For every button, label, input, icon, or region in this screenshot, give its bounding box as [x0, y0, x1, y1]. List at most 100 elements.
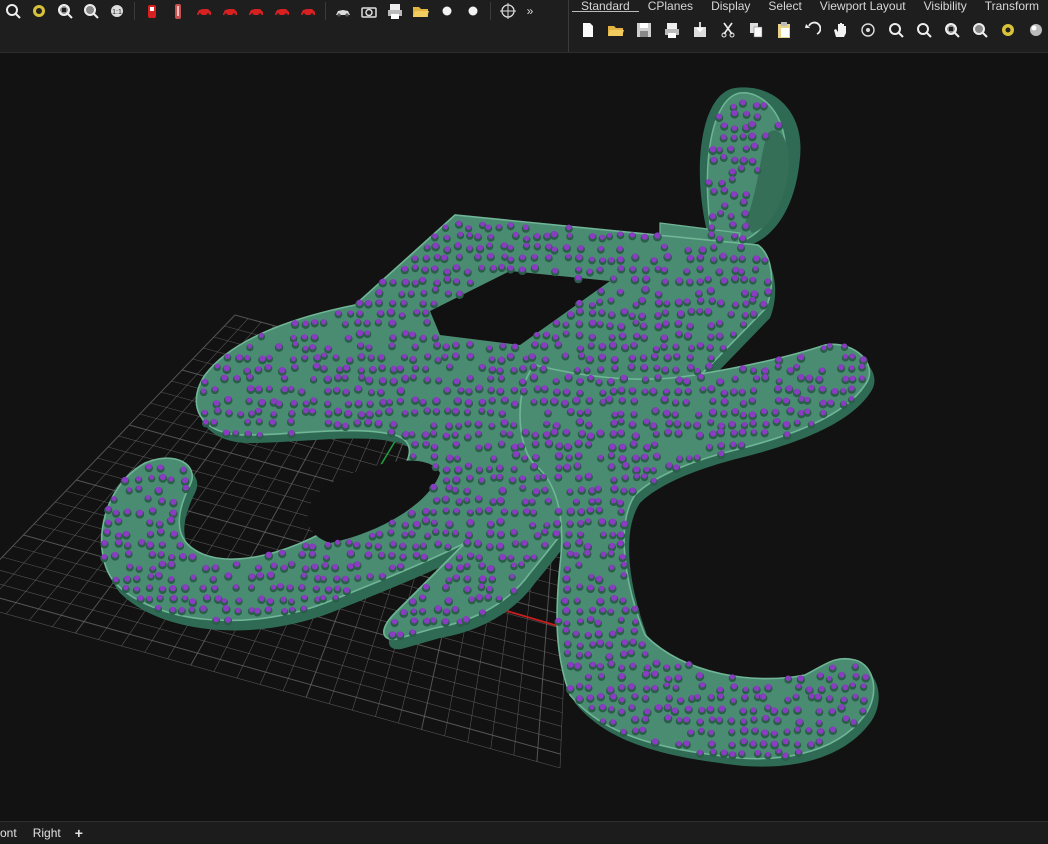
- gemstone: [589, 319, 596, 326]
- print-button[interactable]: [658, 18, 686, 42]
- white-sphere-button[interactable]: [460, 0, 486, 22]
- tab-display[interactable]: Display: [702, 0, 759, 12]
- perspective-viewport[interactable]: [0, 53, 1048, 821]
- red-car-button[interactable]: [243, 0, 269, 22]
- copy-button[interactable]: [742, 18, 770, 42]
- toolbar-overflow-button[interactable]: »: [521, 4, 539, 18]
- gemstone: [467, 509, 473, 515]
- gemstone: [576, 320, 583, 326]
- tab-standard[interactable]: Standard: [572, 0, 639, 12]
- zoom-window-button[interactable]: [52, 0, 78, 22]
- gemstone: [632, 454, 639, 461]
- red-car-button[interactable]: [269, 0, 295, 22]
- gemstone: [345, 400, 351, 406]
- gemstone: [738, 243, 744, 250]
- gemstone: [443, 608, 450, 614]
- gemstone: [633, 301, 639, 307]
- new-file-button[interactable]: [574, 18, 602, 42]
- sphere-button[interactable]: [1022, 18, 1048, 42]
- tab-viewport-layout[interactable]: Viewport Layout: [811, 0, 915, 12]
- zoom-selected-button[interactable]: [966, 18, 994, 42]
- gemstone: [290, 356, 296, 362]
- gemstone: [720, 344, 726, 350]
- save-button[interactable]: [630, 18, 658, 42]
- gemstone: [378, 551, 385, 558]
- gemstone: [674, 352, 680, 359]
- white-sphere-button[interactable]: [434, 0, 460, 22]
- gemstone: [578, 519, 584, 526]
- gemstone: [717, 378, 724, 385]
- gemstone: [236, 354, 243, 361]
- gemstone: [664, 664, 670, 670]
- gemstone: [446, 454, 453, 461]
- zoom-extents-button[interactable]: [910, 18, 938, 42]
- gemstone: [729, 168, 736, 175]
- gemstone: [134, 586, 140, 592]
- gemstone: [553, 530, 560, 537]
- render-shade-button[interactable]: [26, 0, 52, 22]
- gemstone: [479, 363, 485, 370]
- gemstone: [311, 376, 317, 382]
- gemstone: [486, 345, 492, 351]
- gemstone: [443, 583, 449, 590]
- gemstone: [497, 496, 504, 504]
- gemstone: [508, 256, 514, 262]
- gemstone: [622, 343, 629, 350]
- rotate-view-button[interactable]: [854, 18, 882, 42]
- red-car-button[interactable]: [295, 0, 321, 22]
- gemstone: [683, 716, 690, 723]
- zoom-all-button[interactable]: 1:1: [104, 0, 130, 22]
- red-car-button[interactable]: [191, 0, 217, 22]
- viewport-tab-right[interactable]: Right: [25, 822, 69, 844]
- gemstone: [576, 682, 583, 689]
- crosshair-button[interactable]: [495, 0, 521, 22]
- undo-button[interactable]: [798, 18, 826, 42]
- gemstone: [676, 330, 682, 336]
- zoom-window-button[interactable]: [938, 18, 966, 42]
- gemstone: [377, 309, 384, 316]
- paste-button[interactable]: [770, 18, 798, 42]
- tab-transform[interactable]: Transform: [976, 0, 1048, 12]
- gemstone: [467, 518, 474, 526]
- gemstone: [683, 740, 690, 747]
- gemstone: [738, 441, 745, 448]
- tab-cplanes[interactable]: CPlanes: [639, 0, 702, 12]
- viewport-canvas[interactable]: [0, 53, 1048, 821]
- gemstone: [378, 388, 384, 395]
- tab-visibility[interactable]: Visibility: [915, 0, 976, 12]
- gemstone: [488, 408, 494, 414]
- red-car-button[interactable]: [217, 0, 243, 22]
- viewport-tab-front[interactable]: ont: [0, 822, 25, 844]
- cut-button[interactable]: [714, 18, 742, 42]
- gemstone: [259, 355, 266, 362]
- zoom-selected-button[interactable]: [78, 0, 104, 22]
- gemstone: [258, 595, 265, 602]
- tab-select[interactable]: Select: [759, 0, 810, 12]
- open-folder-button[interactable]: [602, 18, 630, 42]
- gemstone: [489, 356, 495, 362]
- red-figure-button[interactable]: [165, 0, 191, 22]
- camera-car-button[interactable]: [330, 0, 356, 22]
- add-viewport-tab-button[interactable]: +: [69, 825, 89, 841]
- gemstone: [585, 684, 592, 690]
- open-folder-button[interactable]: [408, 0, 434, 22]
- gemstone: [787, 406, 794, 413]
- zoom-button[interactable]: [882, 18, 910, 42]
- camera-button[interactable]: [356, 0, 382, 22]
- gemstone: [760, 300, 767, 307]
- gemstone: [358, 342, 364, 348]
- gemstone: [586, 396, 593, 403]
- gemstone: [618, 616, 624, 622]
- gemstone: [622, 474, 628, 480]
- gemstone: [367, 573, 373, 579]
- gemstone: [452, 431, 458, 437]
- import-button[interactable]: [686, 18, 714, 42]
- render-button[interactable]: [994, 18, 1022, 42]
- gemstone: [612, 364, 618, 370]
- zoom-extents-button[interactable]: [0, 0, 26, 22]
- gemstone: [617, 231, 624, 237]
- paste-icon: [775, 21, 793, 39]
- red-object-button[interactable]: [139, 0, 165, 22]
- pan-hand-button[interactable]: [826, 18, 854, 42]
- print-button[interactable]: [382, 0, 408, 22]
